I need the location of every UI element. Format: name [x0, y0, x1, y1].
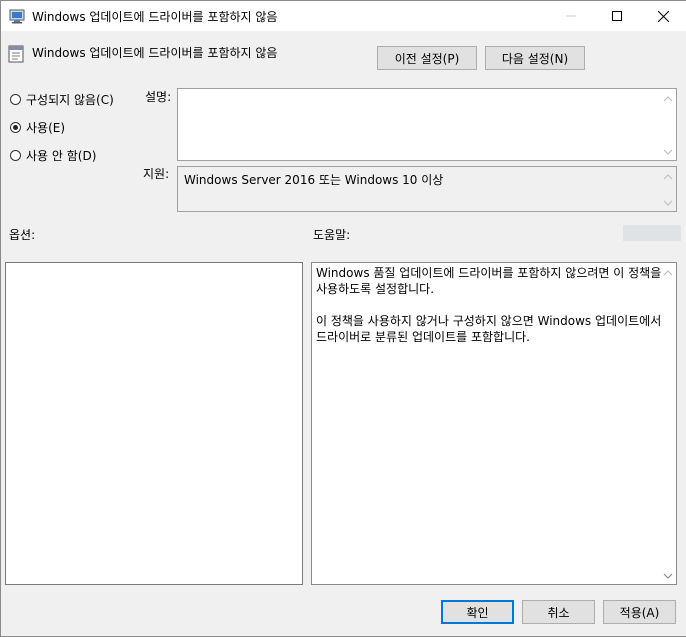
minimize-button[interactable] [548, 1, 594, 31]
policy-dialog: Windows 업데이트에 드라이버를 포함하지 않음 Windows 업데이트… [0, 0, 686, 637]
options-panel [5, 262, 303, 585]
title-bar: Windows 업데이트에 드라이버를 포함하지 않음 [1, 1, 686, 31]
next-setting-button[interactable]: 다음 설정(N) [485, 46, 585, 70]
scroll-up-icon[interactable] [663, 171, 673, 181]
window-title: Windows 업데이트에 드라이버를 포함하지 않음 [32, 10, 278, 24]
options-label: 옵션: [9, 228, 36, 242]
faded-toolbar-artifact [623, 223, 683, 243]
scroll-down-icon[interactable] [663, 570, 673, 580]
close-icon [657, 10, 669, 22]
scroll-down-icon[interactable] [663, 146, 673, 156]
help-label: 도움말: [313, 228, 351, 242]
policy-setting-icon [8, 45, 24, 63]
radio-enabled[interactable]: 사용(E) [10, 119, 65, 135]
radio-indicator [10, 93, 21, 105]
radio-label: 구성되지 않음(C) [26, 92, 114, 107]
radio-label: 사용 안 함(D) [26, 148, 97, 163]
radio-indicator [10, 121, 21, 133]
radio-label: 사용(E) [26, 120, 66, 135]
supported-value: Windows Server 2016 또는 Windows 10 이상 [184, 173, 444, 187]
scroll-down-icon[interactable] [663, 197, 673, 207]
close-button[interactable] [640, 1, 686, 31]
comment-textarea[interactable] [177, 88, 677, 161]
radio-not-configured[interactable]: 구성되지 않음(C) [10, 91, 114, 107]
radio-disabled[interactable]: 사용 안 함(D) [10, 147, 96, 163]
help-scrollbar[interactable] [660, 263, 676, 584]
supported-box: Windows Server 2016 또는 Windows 10 이상 [177, 166, 677, 212]
ok-button[interactable]: 확인 [441, 600, 514, 624]
maximize-button[interactable] [594, 1, 640, 31]
help-paragraph: 이 정책을 사용하지 않거나 구성하지 않으면 Windows 업데이트에서 드… [316, 314, 662, 344]
comment-label: 설명: [145, 90, 172, 104]
comment-scrollbar[interactable] [660, 89, 676, 160]
apply-button[interactable]: 적용(A) [603, 600, 676, 624]
help-panel: Windows 품질 업데이트에 드라이버를 포함하지 않으려면 이 정책을 사… [311, 262, 677, 585]
help-paragraph: Windows 품질 업데이트에 드라이버를 포함하지 않으려면 이 정책을 사… [316, 266, 662, 296]
radio-indicator [10, 149, 21, 161]
previous-setting-button[interactable]: 이전 설정(P) [377, 46, 477, 70]
setting-title: Windows 업데이트에 드라이버를 포함하지 않음 [32, 46, 278, 60]
supported-scrollbar[interactable] [660, 167, 676, 211]
help-text: Windows 품질 업데이트에 드라이버를 포함하지 않으려면 이 정책을 사… [316, 265, 662, 361]
scroll-up-icon[interactable] [663, 93, 673, 103]
scroll-up-icon[interactable] [663, 267, 673, 277]
cancel-button[interactable]: 취소 [522, 600, 595, 624]
supported-label: 지원: [143, 167, 170, 181]
minimize-icon [566, 11, 576, 21]
policy-editor-icon [9, 8, 25, 24]
maximize-icon [612, 11, 622, 21]
